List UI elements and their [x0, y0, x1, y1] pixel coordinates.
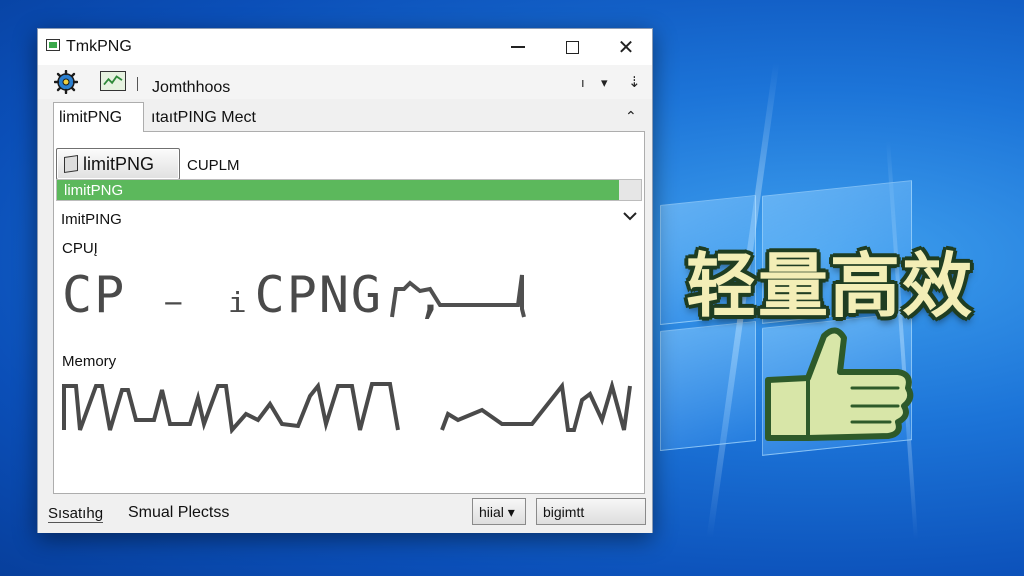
- progress-fill: [57, 180, 620, 200]
- toolbar-label: Jomthhoos: [152, 79, 231, 96]
- thumbs-up-icon: [765, 327, 914, 441]
- status-bar: Sısatıhg Smual Plectss hiial ▾ bigimtt: [38, 495, 652, 533]
- tab-limitpng[interactable]: limitPNG: [53, 102, 144, 133]
- tab-strip: limitPNG ıtaıtPING Mect ⌃: [53, 100, 645, 133]
- memory-graph: [62, 380, 632, 434]
- chevron-down-icon[interactable]: [620, 206, 640, 226]
- progress-label: limitPNG: [64, 182, 124, 199]
- process-dropdown[interactable]: ImitPING: [61, 211, 122, 228]
- shield-icon: [64, 155, 78, 173]
- window-title: TmkPNG: [66, 38, 132, 55]
- chevron-up-icon[interactable]: ⌃: [625, 108, 637, 125]
- toolbar-download-icon[interactable]: ⇣: [628, 73, 641, 91]
- minimize-button[interactable]: [490, 29, 546, 65]
- cpu-graph: [390, 274, 526, 318]
- toolbar: Jomthhoos ı ▾ ⇣: [38, 65, 652, 99]
- cpu-section-title: CPUĮ: [62, 240, 98, 257]
- status-dropdown-button[interactable]: hiial ▾: [472, 498, 526, 525]
- main-panel: limitPNG CUPLM limitPNG ImitPING CPUĮ CP…: [53, 132, 645, 494]
- limit-png-button[interactable]: limitPNG: [56, 148, 180, 180]
- toolbar-separator: [137, 77, 138, 91]
- limit-png-button-label: limitPNG: [83, 154, 154, 174]
- progress-bar: limitPNG: [56, 179, 642, 201]
- close-button[interactable]: ✕: [598, 29, 654, 65]
- tab-second[interactable]: ıtaıtPING Mect: [151, 109, 256, 127]
- app-window: TmkPNG ✕ Jomthhoos ı ▾ ⇣ limitPNG ıtaıtP…: [37, 28, 653, 533]
- status-action-button[interactable]: bigimtt: [536, 498, 646, 525]
- title-bar[interactable]: TmkPNG ✕: [38, 29, 652, 65]
- promo-text: 轻量高效: [686, 245, 974, 327]
- close-icon: ✕: [617, 36, 635, 59]
- status-text: Sısatıhg: [48, 505, 104, 523]
- cpulm-label: CUPLM: [187, 157, 240, 174]
- chevron-down-icon[interactable]: ▾: [601, 75, 608, 91]
- gear-icon[interactable]: [54, 70, 78, 94]
- maximize-button[interactable]: [544, 29, 600, 65]
- memory-section-title: Memory: [62, 353, 117, 370]
- maximize-icon: [565, 40, 579, 54]
- minimize-icon: [511, 46, 525, 48]
- chart-icon[interactable]: [100, 71, 126, 91]
- toolbar-marker: ı: [581, 75, 585, 90]
- status-mode: Smual Plectss: [128, 504, 230, 521]
- app-icon: [46, 39, 60, 51]
